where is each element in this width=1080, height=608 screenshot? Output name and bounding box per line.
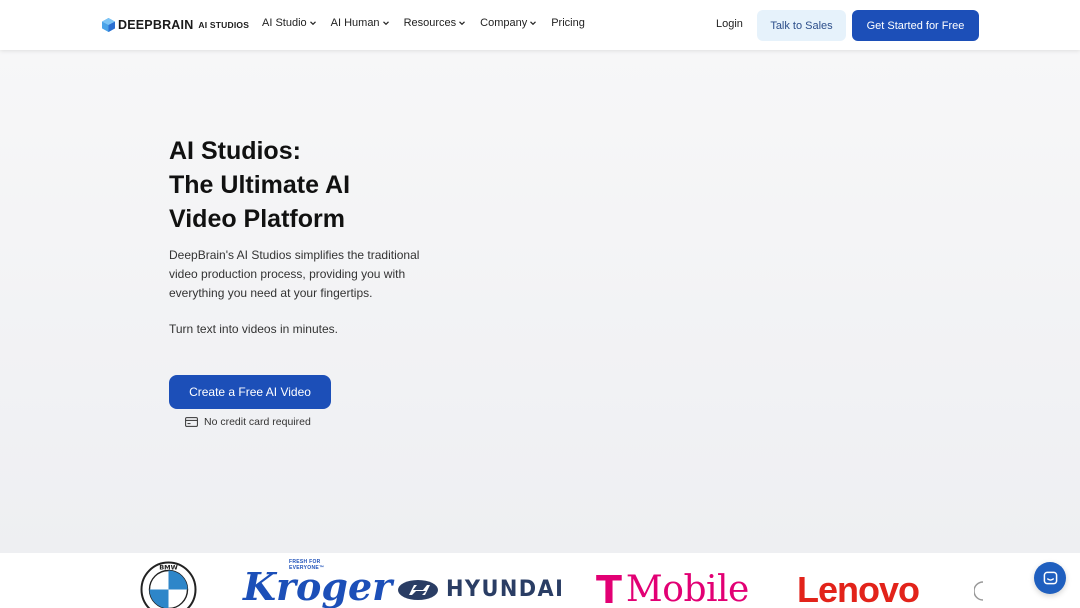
nav-company-label: Company <box>480 17 528 29</box>
lenovo-logo: Lenovo <box>797 569 920 608</box>
main-nav: AI Studio AI Human Resources Company Pri… <box>262 17 585 29</box>
hero-title-line-2: The Ultimate AI <box>169 171 351 199</box>
customer-logos: BMW FRESH FOR EVERYONE™ Kroger HYUNDAI T… <box>0 553 1080 608</box>
partial-logo-icon <box>974 581 984 601</box>
hero-title-line-1: AI Studios: <box>169 137 301 165</box>
kroger-wordmark: Kroger <box>243 564 393 608</box>
talk-to-sales-button[interactable]: Talk to Sales <box>757 10 846 41</box>
partial-logo <box>974 581 984 601</box>
credit-card-icon <box>185 417 198 427</box>
nav-ai-human-label: AI Human <box>330 17 380 29</box>
no-credit-card-note: No credit card required <box>185 416 311 428</box>
bmw-roundel-icon: BMW <box>140 561 197 608</box>
nav-ai-studio[interactable]: AI Studio <box>262 17 317 29</box>
deepbrain-logo[interactable]: DEEPBRAIN AI STUDIOS <box>102 17 249 33</box>
hyundai-emblem-icon <box>398 580 438 600</box>
navbar: DEEPBRAIN AI STUDIOS AI Studio AI Human … <box>0 0 1080 50</box>
nav-company[interactable]: Company <box>480 17 537 29</box>
nav-resources[interactable]: Resources <box>404 17 467 29</box>
chevron-down-icon <box>309 21 316 26</box>
nav-pricing-label: Pricing <box>551 17 585 29</box>
nav-ai-human[interactable]: AI Human <box>331 17 390 29</box>
chevron-down-icon <box>530 21 537 26</box>
nav-ai-studio-label: AI Studio <box>262 17 307 29</box>
chevron-down-icon <box>459 21 466 26</box>
logo-brand-text: DEEPBRAIN <box>118 18 194 32</box>
deepbrain-cube-icon <box>102 18 115 32</box>
hyundai-wordmark: HYUNDAI <box>446 577 565 602</box>
hero-title: AI Studios: The Ultimate AI Video Platfo… <box>169 134 489 236</box>
bmw-logo-text: BMW <box>159 564 178 572</box>
hero-section: AI Studios: The Ultimate AI Video Platfo… <box>0 50 1080 553</box>
nav-pricing[interactable]: Pricing <box>551 17 585 29</box>
chat-icon <box>1043 571 1057 584</box>
hyundai-logo: HYUNDAI <box>396 579 571 601</box>
tmobile-wordmark: Mobile <box>625 569 749 608</box>
chevron-down-icon <box>382 21 389 26</box>
bmw-logo: BMW <box>140 561 197 608</box>
get-started-button[interactable]: Get Started for Free <box>852 10 979 41</box>
hero-description: DeepBrain's AI Studios simplifies the tr… <box>169 248 420 300</box>
hero-tagline: Turn text into videos in minutes. <box>169 322 338 336</box>
logo-sub-text: AI STUDIOS <box>198 20 250 30</box>
kroger-logo: FRESH FOR EVERYONE™ Kroger <box>243 559 392 608</box>
nav-resources-label: Resources <box>403 17 457 29</box>
no-credit-card-text: No credit card required <box>204 416 311 428</box>
tmobile-t-mark: T <box>596 568 622 608</box>
login-link[interactable]: Login <box>716 18 743 30</box>
tmobile-logo: T Mobile <box>596 571 749 608</box>
chat-support-button[interactable] <box>1034 562 1066 594</box>
lenovo-wordmark: Lenovo <box>797 569 920 608</box>
hero-title-line-3: Video Platform <box>169 205 345 233</box>
create-free-video-button[interactable]: Create a Free AI Video <box>169 375 331 409</box>
